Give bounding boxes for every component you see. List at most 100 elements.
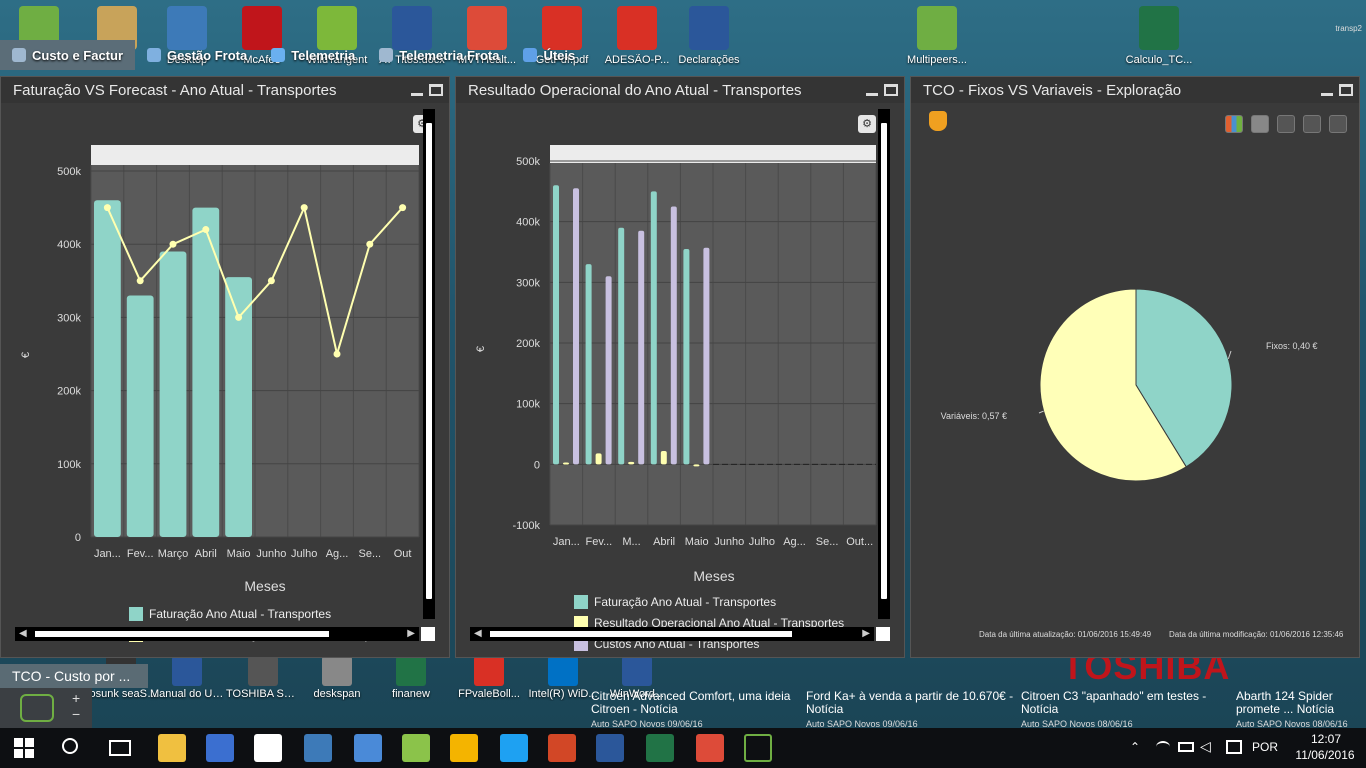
wifi-icon[interactable]: [1156, 741, 1170, 753]
news-item[interactable]: Abarth 124 Spider promete ... Notícia Aut…: [1236, 690, 1362, 729]
desktop-icon-label: Multipeers...: [907, 54, 967, 66]
desktop-icon[interactable]: TOSHIBA Service: [226, 656, 300, 712]
zoom-in-icon[interactable]: +: [72, 690, 80, 706]
x-tick-label: Julho: [749, 536, 775, 548]
multipeers-icon[interactable]: [20, 694, 54, 722]
maximize-button[interactable]: [429, 84, 443, 96]
calculator-icon[interactable]: [206, 734, 234, 762]
word-icon[interactable]: [596, 734, 624, 762]
desktop-icon[interactable]: Manual do Utilizador ...: [150, 656, 224, 712]
desktop-icon[interactable]: Multipeers...: [900, 6, 974, 76]
zoom-out-icon[interactable]: −: [72, 706, 80, 722]
clock-time[interactable]: 12:07: [1296, 732, 1356, 746]
scrollbar-thumb[interactable]: [426, 123, 432, 599]
x-tick-label: Maio: [227, 548, 251, 560]
file-explorer-icon[interactable]: [158, 734, 186, 762]
y-tick-label: 200k: [57, 386, 81, 398]
desktop-icon-label: Declarações: [678, 54, 740, 66]
task-view-icon[interactable]: [109, 740, 131, 756]
vertical-scrollbar[interactable]: [423, 109, 435, 619]
bar: [573, 188, 579, 465]
x-tick-label: Abril: [195, 548, 217, 560]
bar: [670, 206, 677, 465]
powerpoint-icon[interactable]: [548, 734, 576, 762]
desktop-icon[interactable]: Declarações: [672, 6, 746, 76]
desktop-icon[interactable]: ADESÃO-P...: [600, 6, 674, 76]
scroll-right-arrow-icon[interactable]: ▶: [862, 627, 870, 641]
menu-gest-o-frota[interactable]: Gestão Frota: [135, 40, 259, 70]
multipeers-icon[interactable]: [744, 734, 772, 762]
chevron-up-icon[interactable]: ⌃: [1130, 740, 1140, 754]
menu-telemetria[interactable]: Telemetria: [259, 40, 367, 70]
desktop-icon[interactable]: deskspan: [300, 656, 374, 712]
battery-icon[interactable]: [1178, 742, 1194, 752]
clock-date[interactable]: 11/06/2016: [1290, 748, 1360, 762]
horizontal-scrollbar[interactable]: ◀ ▶: [15, 627, 419, 641]
menu-telemetria-frota[interactable]: Telemetria Frota: [367, 40, 511, 70]
ie-icon[interactable]: [500, 734, 528, 762]
wrench-icon: [379, 48, 394, 62]
desktop-icon-label: yosunk seaStory: [84, 688, 158, 700]
panel-tco-fixos-variaveis: TCO - Fixos VS Variaveis - Exploração Fi…: [910, 76, 1360, 658]
language-indicator[interactable]: POR: [1252, 740, 1278, 754]
chart-options-icon[interactable]: ⚙: [858, 115, 876, 133]
news-item[interactable]: Citroen C3 "apanhado" em testes - Notíci…: [1021, 690, 1231, 729]
news-title: Citroen Advanced Comfort, uma ideia Citr…: [591, 690, 791, 716]
desktop-icon[interactable]: Calculo_TC...: [1122, 6, 1196, 76]
line-point: [399, 204, 407, 212]
taskbar: ⌃ ◁ POR 12:07 11/06/2016: [0, 728, 1366, 768]
y-tick-label: 400k: [57, 239, 81, 251]
keyboard-icon: [12, 48, 26, 62]
scroll-right-arrow-icon[interactable]: ▶: [407, 627, 415, 641]
panel-title: Faturação VS Forecast - Ano Atual - Tran…: [13, 81, 337, 99]
vertical-scrollbar[interactable]: [878, 109, 890, 619]
x-tick-label: Ag...: [326, 548, 349, 560]
scrollbar-thumb[interactable]: [35, 631, 329, 637]
remote-desktop-icon[interactable]: [304, 734, 332, 762]
maximize-button[interactable]: [884, 84, 898, 96]
drive-icon[interactable]: [450, 734, 478, 762]
minimize-button[interactable]: [1321, 84, 1333, 96]
menu-custo-e-factur[interactable]: Custo e Factur: [0, 40, 136, 70]
minimize-button[interactable]: [866, 84, 878, 96]
legend-label: Faturação Ano Atual - Transportes: [149, 606, 332, 621]
bar: [618, 227, 625, 465]
scrollbar-thumb[interactable]: [490, 631, 792, 637]
scroll-left-arrow-icon[interactable]: ◀: [19, 627, 27, 641]
x-tick-label: Jan...: [94, 548, 121, 560]
scrollbar-thumb[interactable]: [881, 123, 887, 599]
store-icon[interactable]: [254, 734, 282, 762]
action-center-icon[interactable]: [1226, 740, 1242, 754]
y-axis-label: €: [20, 352, 32, 358]
line-point: [267, 277, 275, 285]
news-item[interactable]: Ford Ka+ à venda a partir de 10.670€ - N…: [806, 690, 1016, 729]
info-icon: [523, 48, 538, 62]
task-thumbnail[interactable]: TCO - Custo por ...: [0, 664, 148, 688]
scroll-corner: [421, 627, 435, 641]
horizontal-scrollbar[interactable]: ◀ ▶: [470, 627, 874, 641]
desktop-icon-label: deskspan: [313, 688, 361, 700]
maximize-button[interactable]: [1339, 84, 1353, 96]
y-tick-label: 100k: [516, 399, 540, 411]
menu--teis[interactable]: Úteis: [511, 40, 587, 70]
y-tick-label: 500k: [57, 166, 81, 178]
scroll-left-arrow-icon[interactable]: ◀: [474, 627, 482, 641]
bar: [563, 462, 569, 465]
search-icon[interactable]: [62, 738, 78, 754]
pie-chart: Fixos: 0,40 € Variáveis: 0,57 €: [941, 288, 1318, 482]
start-button[interactable]: [14, 738, 34, 758]
news-item[interactable]: Citroen Advanced Comfort, uma ideia Citr…: [591, 690, 801, 729]
line-point: [366, 240, 374, 248]
evernote-icon[interactable]: [402, 734, 430, 762]
desktop-icon[interactable]: Intel(R) WiD...: [526, 656, 600, 712]
excel-icon[interactable]: [646, 734, 674, 762]
desktop-icon[interactable]: FPvaleBoll...: [452, 656, 526, 712]
x-tick-label: Fev...: [586, 536, 613, 548]
top-right-label: transp2: [1335, 24, 1362, 33]
chrome-icon[interactable]: [696, 734, 724, 762]
network-icon[interactable]: [354, 734, 382, 762]
menu-item-label: Telemetria: [291, 47, 356, 63]
minimize-button[interactable]: [411, 84, 423, 96]
desktop-icon[interactable]: finanew: [374, 656, 448, 712]
volume-icon[interactable]: ◁: [1200, 738, 1211, 755]
